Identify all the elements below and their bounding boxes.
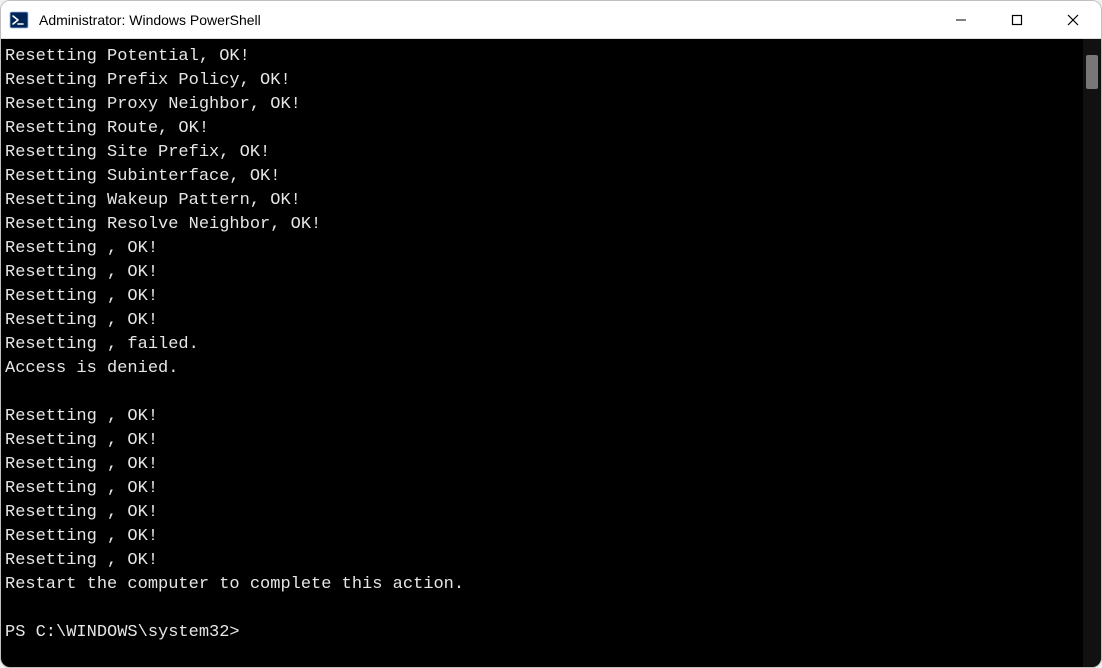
- window-controls: [933, 1, 1101, 38]
- prompt[interactable]: PS C:\WINDOWS\system32>: [5, 623, 250, 642]
- maximize-button[interactable]: [989, 1, 1045, 39]
- close-button[interactable]: [1045, 1, 1101, 39]
- scrollbar[interactable]: [1083, 39, 1101, 667]
- scrollbar-thumb[interactable]: [1086, 55, 1098, 89]
- titlebar[interactable]: Administrator: Windows PowerShell: [1, 1, 1101, 39]
- console-lines: Resetting Potential, OK! Resetting Prefi…: [5, 47, 464, 594]
- console-body: Resetting Potential, OK! Resetting Prefi…: [1, 39, 1101, 667]
- powershell-icon: [9, 10, 29, 30]
- minimize-button[interactable]: [933, 1, 989, 39]
- powershell-window: Administrator: Windows PowerShell Resett…: [0, 0, 1102, 668]
- console-output[interactable]: Resetting Potential, OK! Resetting Prefi…: [1, 39, 1083, 667]
- window-title: Administrator: Windows PowerShell: [39, 12, 933, 28]
